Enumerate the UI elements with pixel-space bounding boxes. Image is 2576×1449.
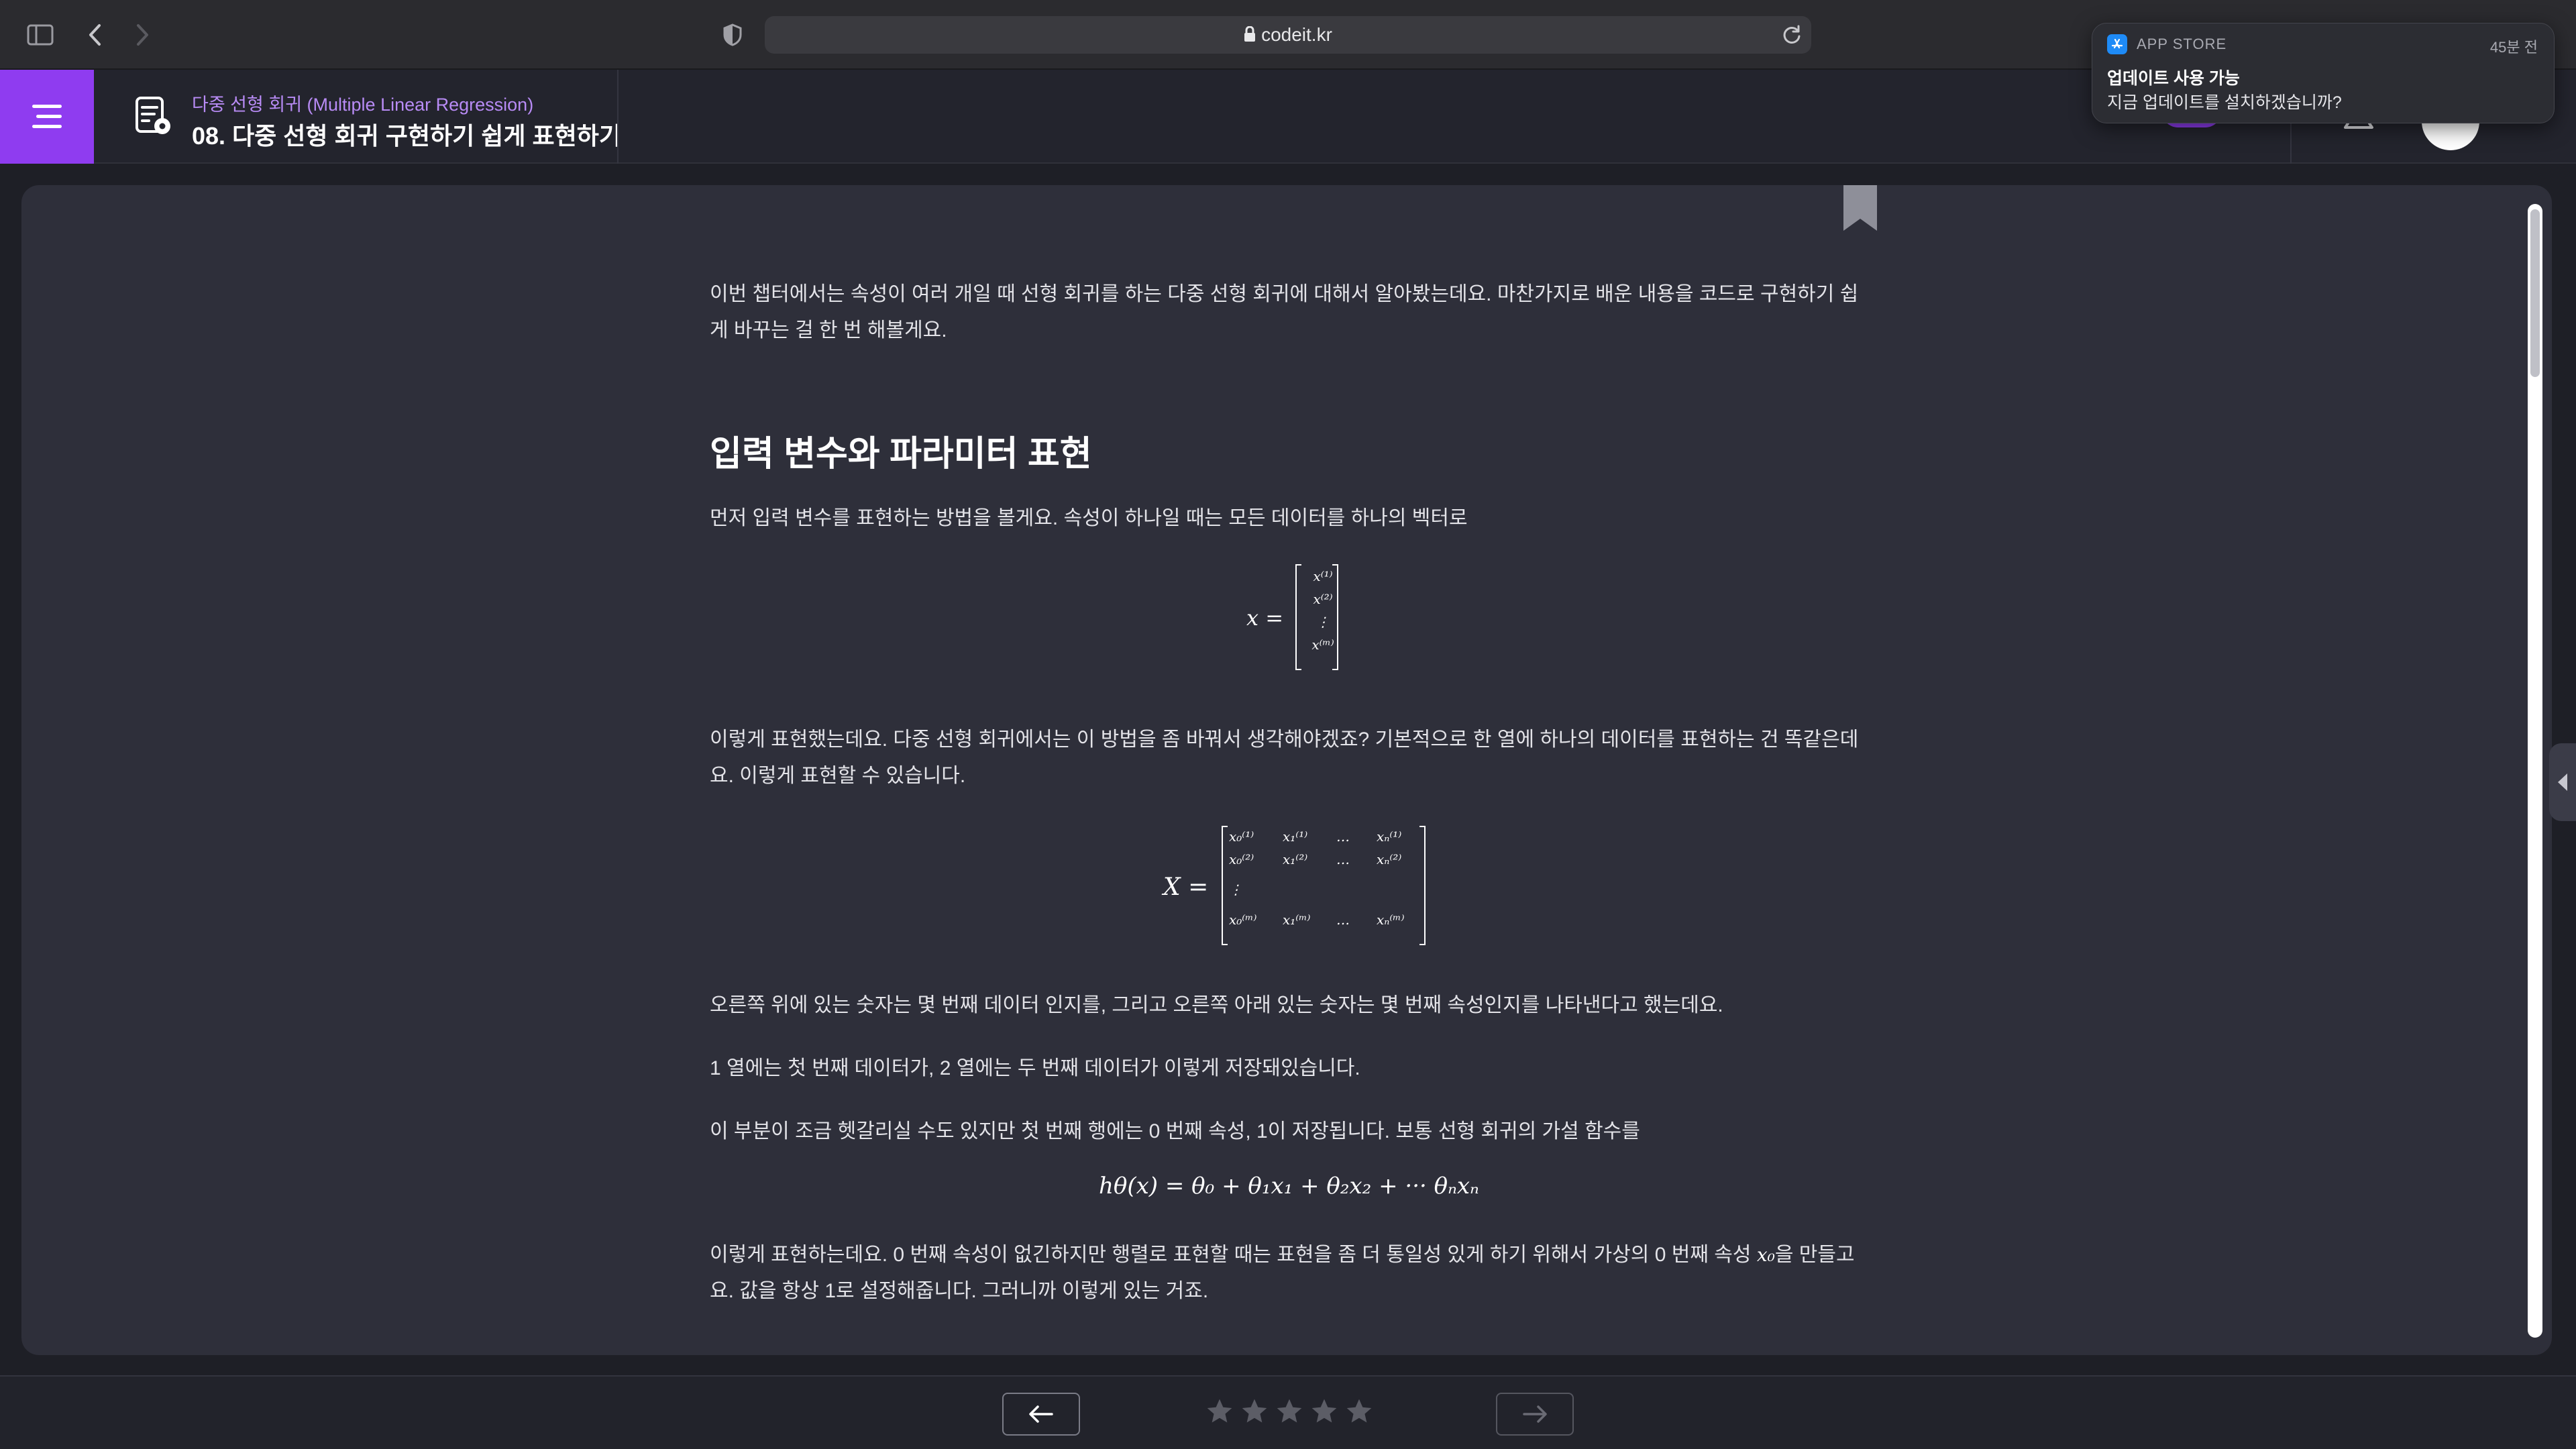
- address-bar[interactable]: codeit.kr: [765, 16, 1811, 54]
- url-text: codeit.kr: [1261, 24, 1332, 45]
- forward-icon[interactable]: [127, 20, 157, 50]
- vector-lhs: x =: [1246, 605, 1284, 631]
- matrix-row: ⋮: [1229, 871, 1424, 908]
- matrix-row: x₀⁽ᵐ⁾ x₁⁽ᵐ⁾ … xₙ⁽ᵐ⁾: [1229, 908, 1424, 931]
- intro-line-1: 이번 챕터에서는 속성이 여러 개일 때 선형 회귀를 하는 다중 선형 회귀에…: [710, 283, 1859, 305]
- matrix-cell: ⋮: [1229, 881, 1242, 898]
- paragraph-2: 이렇게 표현했는데요. 다중 선형 회귀에서는 이 방법을 좀 바꿔서 생각해야…: [710, 722, 1864, 794]
- paragraph-6: 이렇게 표현하는데요. 0 번째 속성이 없긴하지만 행렬로 표현할 때는 표현…: [710, 1237, 1864, 1309]
- matrix-entries: x₀⁽¹⁾ x₁⁽¹⁾ … xₙ⁽¹⁾ x₀⁽²⁾ x₁⁽²⁾ … xₙ⁽²⁾ …: [1229, 825, 1424, 931]
- bookmark-icon[interactable]: [1841, 185, 1880, 236]
- arrow-left-icon: [1029, 1405, 1053, 1423]
- matrix-cell: …: [1336, 851, 1350, 867]
- arrow-right-icon: [1523, 1405, 1547, 1423]
- reload-icon[interactable]: [1782, 24, 1802, 48]
- vector-entry: x⁽¹⁾: [1313, 568, 1333, 584]
- course-name[interactable]: 다중 선형 회귀 (Multiple Linear Regression): [192, 90, 533, 116]
- sidebar-toggle-icon[interactable]: [25, 20, 55, 50]
- vector-entry: x⁽ᵐ⁾: [1311, 637, 1334, 653]
- matrix-cell: x₁⁽²⁾: [1283, 851, 1308, 867]
- paragraph-6-line-2: 요. 값을 항상 1로 설정해줍니다. 그러니까 이렇게 있는 거죠.: [710, 1280, 1209, 1302]
- matrix-lhs: X =: [1163, 873, 1209, 901]
- matrix-cell: …: [1336, 912, 1350, 928]
- lesson-title: 08. 다중 선형 회귀 구현하기 쉽게 표현하기: [192, 122, 621, 150]
- matrix-row: x₀⁽²⁾ x₁⁽²⁾ … xₙ⁽²⁾: [1229, 848, 1424, 871]
- vector-entries: x⁽¹⁾ x⁽²⁾ ⋮ x⁽ᵐ⁾: [1303, 565, 1343, 656]
- paragraph-2-line-1: 이렇게 표현했는데요. 다중 선형 회귀에서는 이 방법을 좀 바꿔서 생각해야…: [710, 729, 1859, 751]
- matrix-cell: xₙ⁽ᵐ⁾: [1377, 912, 1405, 928]
- matrix-cell: x₀⁽²⁾: [1229, 851, 1254, 867]
- lock-icon: [1244, 17, 1256, 55]
- notification-app-name: APP STORE: [2137, 36, 2227, 52]
- paragraph-6-line-1: 이렇게 표현하는데요. 0 번째 속성이 없긴하지만 행렬로 표현할 때는 표현…: [710, 1237, 1864, 1273]
- lesson-content: 이번 챕터에서는 속성이 여러 개일 때 선형 회귀를 하는 다중 선형 회귀에…: [21, 185, 2552, 1355]
- intro-line-2: 게 바꾸는 걸 한 번 해볼게요.: [710, 319, 947, 341]
- previous-button[interactable]: [1002, 1393, 1080, 1436]
- notification-title: 업데이트 사용 가능: [2107, 69, 2240, 88]
- privacy-shield-icon[interactable]: [718, 20, 747, 50]
- paragraph-2-line-2: 요. 이렇게 표현할 수 있습니다.: [710, 765, 966, 787]
- star-icon[interactable]: [1240, 1397, 1269, 1426]
- notification-time: 45분 전: [2489, 39, 2538, 56]
- paragraph-3: 오른쪽 위에 있는 숫자는 몇 번째 데이터 인지를, 그리고 오른쪽 아래 있…: [710, 994, 1723, 1016]
- bottom-navigation: [0, 1375, 2576, 1449]
- hypothesis-equation: hθ(x) = θ₀ + θ₁x₁ + θ₂x₂ + ··· θₙxₙ: [1099, 1173, 1479, 1199]
- vector-entry: x⁽²⁾: [1313, 591, 1333, 607]
- star-icon[interactable]: [1205, 1397, 1234, 1426]
- matrix-cell: x₀⁽¹⁾: [1229, 828, 1254, 845]
- notification-body: 지금 업데이트를 설치하겠습니까?: [2107, 93, 2342, 112]
- matrix-cell: x₀⁽ᵐ⁾: [1229, 912, 1257, 928]
- matrix-cell: …: [1336, 828, 1350, 845]
- lesson-document-icon: [133, 95, 176, 141]
- paragraph-6-text-a: 이렇게 표현하는데요. 0 번째 속성이 없긴하지만 행렬로 표현할 때는 표현…: [710, 1244, 1752, 1266]
- vector-entry: ⋮: [1316, 614, 1330, 630]
- menu-button[interactable]: [0, 70, 94, 164]
- side-panel-toggle[interactable]: [2549, 743, 2576, 821]
- update-notification[interactable]: APP STORE 45분 전 업데이트 사용 가능 지금 업데이트를 설치하겠…: [2092, 23, 2555, 123]
- matrix-row: x₀⁽¹⁾ x₁⁽¹⁾ … xₙ⁽¹⁾: [1229, 825, 1424, 848]
- back-icon[interactable]: [80, 20, 110, 50]
- section-heading: 입력 변수와 파라미터 표현: [710, 435, 1092, 474]
- caret-left-icon: [2558, 773, 2567, 791]
- hamburger-icon: [32, 105, 62, 128]
- intro-paragraph: 이번 챕터에서는 속성이 여러 개일 때 선형 회귀를 하는 다중 선형 회귀에…: [710, 276, 1864, 349]
- next-button[interactable]: [1496, 1393, 1574, 1436]
- header-divider: [617, 70, 619, 164]
- star-icon[interactable]: [1275, 1397, 1304, 1426]
- paragraph-4: 1 열에는 첫 번째 데이터가, 2 열에는 두 번째 데이터가 이렇게 저장돼…: [710, 1057, 1360, 1079]
- matrix-cell: xₙ⁽¹⁾: [1377, 828, 1402, 845]
- matrix-cell: x₁⁽¹⁾: [1283, 828, 1308, 845]
- matrix-cell: x₁⁽ᵐ⁾: [1283, 912, 1311, 928]
- star-icon[interactable]: [1309, 1397, 1339, 1426]
- paragraph-5: 이 부분이 조금 헷갈리실 수도 있지만 첫 번째 행에는 0 번째 속성, 1…: [710, 1120, 1640, 1142]
- paragraph-6-text-b: 을 만들고: [1774, 1244, 1855, 1266]
- paragraph-1: 먼저 입력 변수를 표현하는 방법을 볼게요. 속성이 하나일 때는 모든 데이…: [710, 507, 1468, 529]
- matrix-equation: X = x₀⁽¹⁾ x₁⁽¹⁾ … xₙ⁽¹⁾ x₀⁽²⁾ x₁⁽²⁾ … xₙ…: [1163, 825, 1458, 953]
- vector-equation: x = x⁽¹⁾ x⁽²⁾ ⋮ x⁽ᵐ⁾: [1246, 564, 1367, 678]
- matrix-cell: xₙ⁽²⁾: [1377, 851, 1402, 867]
- app-store-icon: [2107, 34, 2127, 54]
- inline-math-x0: x₀: [1756, 1244, 1775, 1266]
- scrollbar-thumb[interactable]: [2530, 209, 2540, 377]
- rating-stars[interactable]: [1205, 1397, 1374, 1426]
- star-icon[interactable]: [1344, 1397, 1374, 1426]
